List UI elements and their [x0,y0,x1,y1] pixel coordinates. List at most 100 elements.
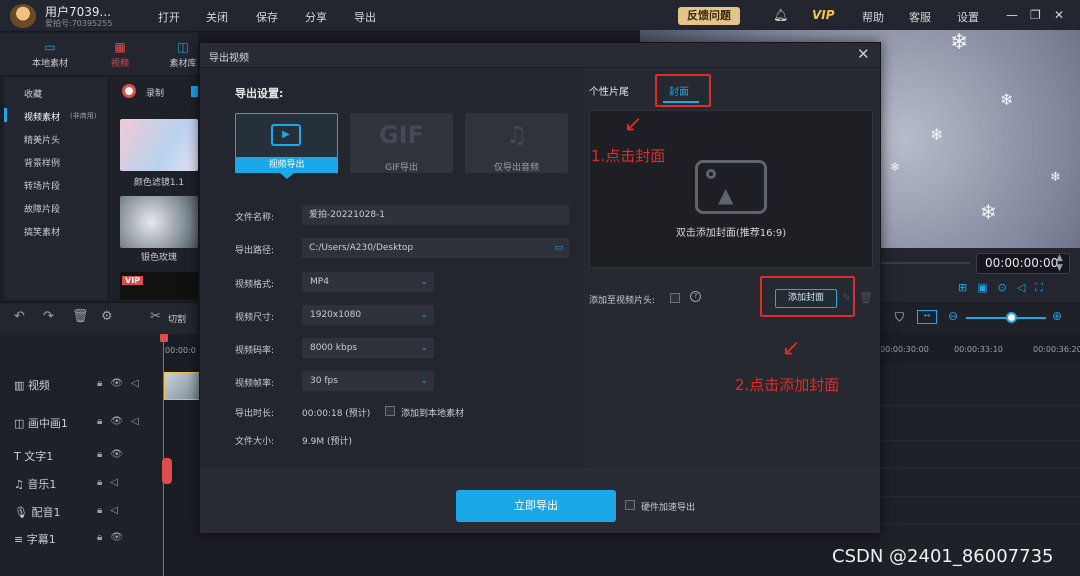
track-controls[interactable]: 🔒︎◁ [97,477,126,488]
category-item[interactable]: 精美片头 [24,133,60,146]
video-thumbnail[interactable] [120,196,198,248]
settings-link[interactable]: 设置 [957,9,979,25]
adjust-icon[interactable]: ⚙︎ [101,309,113,324]
snowflake-decoration: ❄ [1000,90,1014,109]
chevron-down-icon: ⌄ [420,343,428,353]
close-icon[interactable]: ✕ [857,45,870,63]
avatar[interactable] [10,4,36,28]
dialog-title: 导出视频 [209,53,249,64]
track-subtitle: ≡ 字幕1 [14,531,56,547]
folder-icon[interactable]: ▭ [554,238,563,258]
track-label: 画中画1 [27,417,68,430]
timecode-stepper[interactable]: ▲ ▼ [1056,253,1063,273]
service-link[interactable]: 客服 [909,9,931,25]
snowflake-decoration: ❄ [930,125,944,144]
hw-accel-label[interactable]: 硬件加速导出 [641,500,695,513]
undo-icon[interactable]: ↶ [14,309,25,324]
hw-accel-checkbox[interactable] [625,500,635,510]
folder-icon: ▭ [44,40,56,54]
category-item[interactable]: 收藏 [24,87,42,100]
playhead[interactable] [163,334,164,576]
zoom-in-icon[interactable]: ⊕ [1052,309,1062,323]
zoom-out-icon[interactable]: ⊖ [948,309,958,323]
selected-pointer [280,173,294,179]
category-item[interactable]: 转场片段 [24,179,60,192]
cut-label[interactable]: 切割 [168,312,186,325]
track-label: 音乐1 [27,478,57,491]
fps-value: 30 fps [310,376,338,386]
size-select[interactable]: 1920x1080 ⌄ [302,305,434,325]
add-to-start-checkbox[interactable] [670,293,680,303]
close-window-icon[interactable]: ✕ [1054,8,1064,22]
format-select[interactable]: MP4 ⌄ [302,272,434,292]
track-controls[interactable]: 🔒︎👁︎◁ [97,416,147,427]
menu-share[interactable]: 分享 [305,9,327,25]
help-link[interactable]: 帮助 [862,9,884,25]
track-controls[interactable]: 🔒︎👁︎ [97,449,131,460]
zoom-slider-handle[interactable] [1006,312,1017,323]
fit-icon[interactable]: ↔ [917,310,937,324]
bell-icon[interactable]: 🔔︎ [773,8,788,22]
shield-icon[interactable]: ⛉ [895,310,904,325]
add-local-checkbox[interactable] [385,406,395,416]
chevron-down-icon: ⌄ [420,376,428,386]
menu-open[interactable]: 打开 [158,9,180,25]
timeline-lanes[interactable] [880,364,1080,576]
video-clip[interactable] [164,372,200,400]
tab-local-media[interactable]: ▭ 本地素材 [20,40,80,69]
track-split-marker[interactable] [162,458,172,484]
menu-save[interactable]: 保存 [256,9,278,25]
track-controls[interactable]: 🔒︎👁︎◁ [97,378,147,389]
noncommercial-tag: (非商用) [70,112,97,120]
ruler-start: 00:00:0 [165,346,196,355]
tab-video[interactable]: ▦ 视频 [90,40,150,69]
trash-icon[interactable]: 🗑︎ [859,291,873,304]
category-item[interactable]: 搞笑素材 [24,225,60,238]
vip-badge: VIP [122,276,144,285]
track-pip: ◫ 画中画1 [14,415,68,431]
lane-divider [880,496,1080,497]
track-label: 视频 [27,379,50,392]
duration-label: 导出时长: [235,409,275,419]
record-icon[interactable] [122,84,136,98]
text-icon: T [14,450,25,463]
track-music: ♫ 音乐1 [14,476,56,492]
player-tools[interactable]: ⊞▣⊙◁⛶ [958,281,1053,295]
category-item-active[interactable]: 视频素材 [24,110,60,123]
bitrate-value: 8000 kbps [310,343,358,353]
filename-label: 文件名称: [235,213,275,223]
track-controls[interactable]: 🔒︎◁ [97,505,126,516]
record-label[interactable]: 录制 [146,86,164,99]
option-label: 仅导出音频 [493,163,539,173]
filename-field[interactable]: 爱拍-20221028-1 [302,205,569,225]
bitrate-select[interactable]: 8000 kbps ⌄ [302,338,434,358]
path-field[interactable]: C:/Users/A230/Desktop ▭ [302,238,569,258]
redo-icon[interactable]: ↷ [43,309,54,324]
playhead-handle[interactable] [160,334,168,342]
thumbnail-label: 银色玫瑰 [140,253,177,263]
tab-label: 本地素材 [31,59,68,69]
help-icon[interactable]: ? [690,291,701,302]
video-thumbnail[interactable] [120,119,198,171]
maximize-icon[interactable]: ❐ [1030,8,1041,22]
feedback-button[interactable]: 反馈问题 [678,7,740,25]
category-item[interactable]: 故障片段 [24,202,60,215]
track-controls[interactable]: 🔒︎👁︎ [97,532,131,543]
menu-export[interactable]: 导出 [354,9,376,25]
cut-icon[interactable]: ✂︎ [150,309,161,324]
delete-icon[interactable]: 🗑︎ [72,309,89,324]
vip-button[interactable]: VIP [812,8,835,22]
progress-track[interactable] [880,262,970,264]
tab-custom-ending[interactable]: 个性片尾 [589,83,629,98]
menu-close[interactable]: 关闭 [206,9,228,25]
category-item[interactable]: 背景样例 [24,156,60,169]
camera-icon[interactable] [191,86,198,97]
fps-select[interactable]: 30 fps ⌄ [302,371,434,391]
minimize-icon[interactable]: — [1006,8,1018,22]
filesize-value: 9.9M (预计) [302,437,352,447]
image-placeholder-icon: ▲ [695,160,767,214]
lane-divider [880,405,1080,406]
export-now-button[interactable]: 立即导出 [456,490,616,522]
add-local-label[interactable]: 添加到本地素材 [401,406,464,419]
snowflake-decoration: ❄ [980,200,997,224]
